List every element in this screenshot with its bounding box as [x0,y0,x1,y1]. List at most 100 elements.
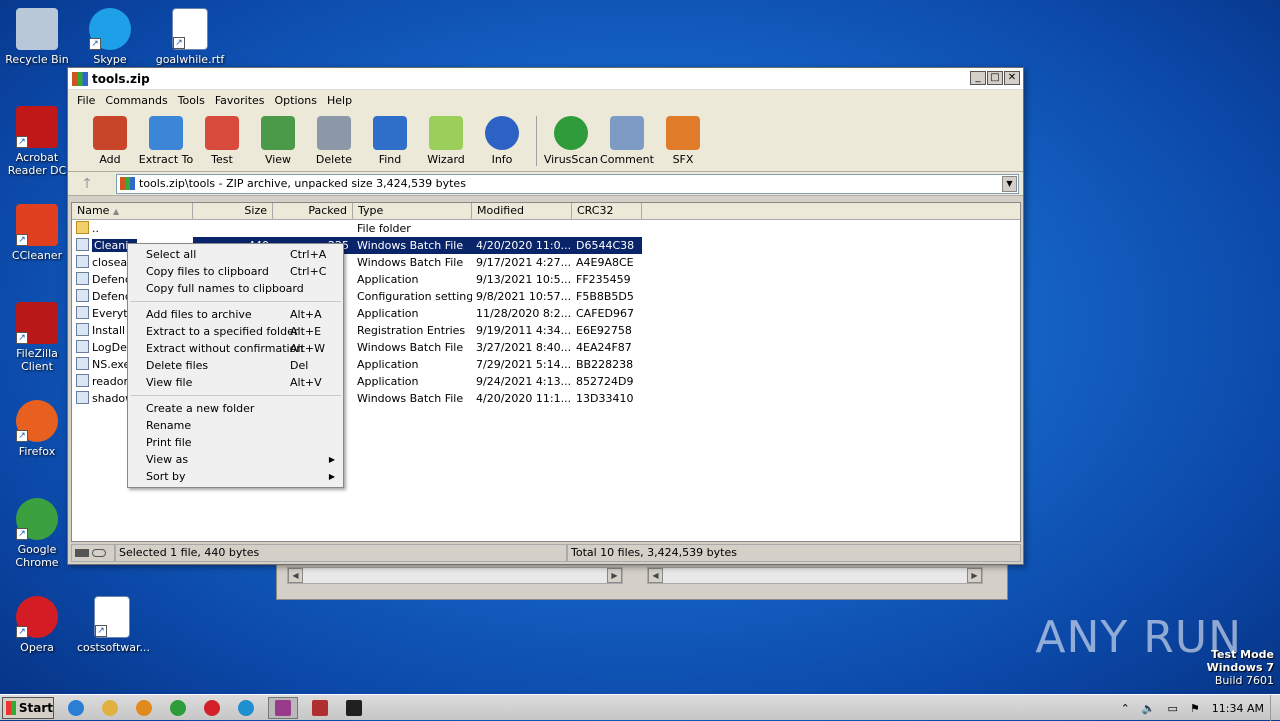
context-item-sort-by[interactable]: Sort by ▶ [128,468,343,485]
file-icon [76,340,89,353]
desktop-icon[interactable]: ↗ Google Chrome [2,498,72,569]
sort-arrow-icon: ▲ [112,207,120,216]
clock[interactable]: 11:34 AM [1212,702,1264,715]
menu-commands[interactable]: Commands [100,94,172,107]
context-item-create-a-new-folder[interactable]: Create a new folder [128,400,343,417]
file-icon [76,272,89,285]
windows-flag-icon [6,700,16,715]
desktop-icon[interactable]: ↗ FileZilla Client [2,302,72,373]
network-icon[interactable]: ▭ [1168,702,1178,715]
column-header-packed[interactable]: Packed [273,203,353,219]
context-item-extract-without-confirmation[interactable]: Extract without confirmation Alt+W [128,340,343,357]
menu-file[interactable]: File [72,94,100,107]
desktop-icon[interactable]: ↗ Acrobat Reader DC [2,106,72,177]
scroll-left-arrow-icon[interactable]: ◀ [648,568,663,583]
context-item-view-file[interactable]: View file Alt+V [128,374,343,391]
start-button[interactable]: Start [2,696,54,719]
toolbar-button-virusscan[interactable]: VirusScan [543,116,599,166]
desktop-icon-label: Acrobat Reader DC [7,151,67,177]
context-item-copy-full-names-to-clipboard[interactable]: Copy full names to clipboard [128,280,343,297]
context-item-print-file[interactable]: Print file [128,434,343,451]
ie-icon [68,699,84,716]
taskbar-winrar-button[interactable] [268,696,298,719]
scroll-left-arrow-icon[interactable]: ◀ [288,568,303,583]
firefox-icon: ↗ [16,400,58,442]
scroll-right-arrow-icon[interactable]: ▶ [607,568,622,583]
taskbar-chrome-button[interactable] [166,697,190,719]
menu-options[interactable]: Options [270,94,322,107]
shortcut-label: Alt+V [290,376,322,389]
scroll-right-arrow-icon[interactable]: ▶ [967,568,982,583]
os-info: Test Mode Windows 7 Build 7601 [1207,648,1274,687]
taskbar-winrar-extract-button[interactable] [308,697,332,719]
toolbar-button-test[interactable]: Test [194,116,250,166]
column-header-name[interactable]: Name ▲ [72,203,193,219]
context-item-copy-files-to-clipboard[interactable]: Copy files to clipboard Ctrl+C [128,263,343,280]
show-desktop-button[interactable] [1270,695,1280,721]
context-item-add-files-to-archive[interactable]: Add files to archive Alt+A [128,306,343,323]
close-button[interactable]: ✕ [1004,71,1020,85]
menu-tools[interactable]: Tools [173,94,210,107]
toolbar-button-sfx[interactable]: SFX [655,116,711,166]
cell-type: Application [357,307,419,320]
magnifier-icon [373,116,407,150]
minimize-button[interactable]: _ [970,71,986,85]
toolbar-separator [536,116,537,166]
desktop-icon[interactable]: ↗ goalwhile.rtf [155,8,225,66]
taskbar-media-player-button[interactable] [132,697,156,719]
flag-icon[interactable]: ⚑ [1190,702,1200,715]
menu-help[interactable]: Help [322,94,357,107]
taskbar-cmd-button[interactable] [342,697,366,719]
chevron-down-icon[interactable]: ▼ [1002,175,1017,192]
title-bar[interactable]: tools.zip _ □ ✕ [68,68,1023,90]
toolbar-button-delete[interactable]: Delete [306,116,362,166]
column-header-crc32[interactable]: CRC32 [572,203,642,219]
toolbar-button-comment[interactable]: Comment [599,116,655,166]
context-item-rename[interactable]: Rename [128,417,343,434]
desktop-icon[interactable]: ↗ Firefox [2,400,72,458]
cell-modified [472,220,572,237]
toolbar-button-find[interactable]: Find [362,116,418,166]
menu-bar: File Commands Tools Favorites Options Help [68,90,1023,110]
maximize-button[interactable]: □ [987,71,1003,85]
context-item-extract-to-a-specified-folder[interactable]: Extract to a specified folder Alt+E [128,323,343,340]
desktop-icon-label: FileZilla Client [16,347,58,373]
background-window[interactable]: ◀ ▶ ◀ ▶ [276,560,1008,600]
toolbar-button-info[interactable]: Info [474,116,530,166]
desktop-icon[interactable]: ↗ Opera [2,596,72,654]
cell-type: Configuration settings [357,290,472,303]
toolbar-label: SFX [672,153,694,166]
context-item-view-as[interactable]: View as ▶ [128,451,343,468]
cell-crc: F5B8B5D5 [576,290,634,303]
file-list-header: Name ▲ Size Packed Type Modified CRC32 [72,203,1020,220]
toolbar-button-view[interactable]: View [250,116,306,166]
toolbar-button-add[interactable]: Add [82,116,138,166]
volume-icon[interactable]: 🔈 [1142,702,1156,715]
context-item-delete-files[interactable]: Delete files Del [128,357,343,374]
desktop-icon[interactable]: Recycle Bin [2,8,72,66]
taskbar-ie-button[interactable] [64,697,88,719]
folder-icon [76,221,89,234]
desktop-icon[interactable]: ↗ costsoftwar... [77,596,150,654]
archive-icon [120,177,135,190]
column-header-type[interactable]: Type [353,203,472,219]
toolbar-button-extract-to[interactable]: Extract To [138,116,194,166]
context-item-select-all[interactable]: Select all Ctrl+A [128,246,343,263]
taskbar-opera-button[interactable] [200,697,224,719]
taskbar-explorer-button[interactable] [98,697,122,719]
desktop-icon[interactable]: ↗ CCleaner [2,204,72,262]
address-field[interactable]: tools.zip\tools - ZIP archive, unpacked … [116,173,1019,194]
toolbar-button-wizard[interactable]: Wizard [418,116,474,166]
table-row[interactable]: .. File folder [72,220,1020,237]
up-arrow-icon[interactable]: ↑ [72,174,102,194]
window-title: tools.zip [92,71,150,86]
desktop-icon[interactable]: ↗ Skype [75,8,145,66]
column-header-size[interactable]: Size [193,203,273,219]
tray-arrow-icon[interactable]: ⌃ [1121,702,1130,715]
taskbar-edge-button[interactable] [234,697,258,719]
horizontal-scrollbar-right[interactable]: ◀ ▶ [647,567,983,584]
media-player-icon [136,699,152,716]
column-header-modified[interactable]: Modified [472,203,572,219]
horizontal-scrollbar-left[interactable]: ◀ ▶ [287,567,623,584]
menu-favorites[interactable]: Favorites [210,94,270,107]
